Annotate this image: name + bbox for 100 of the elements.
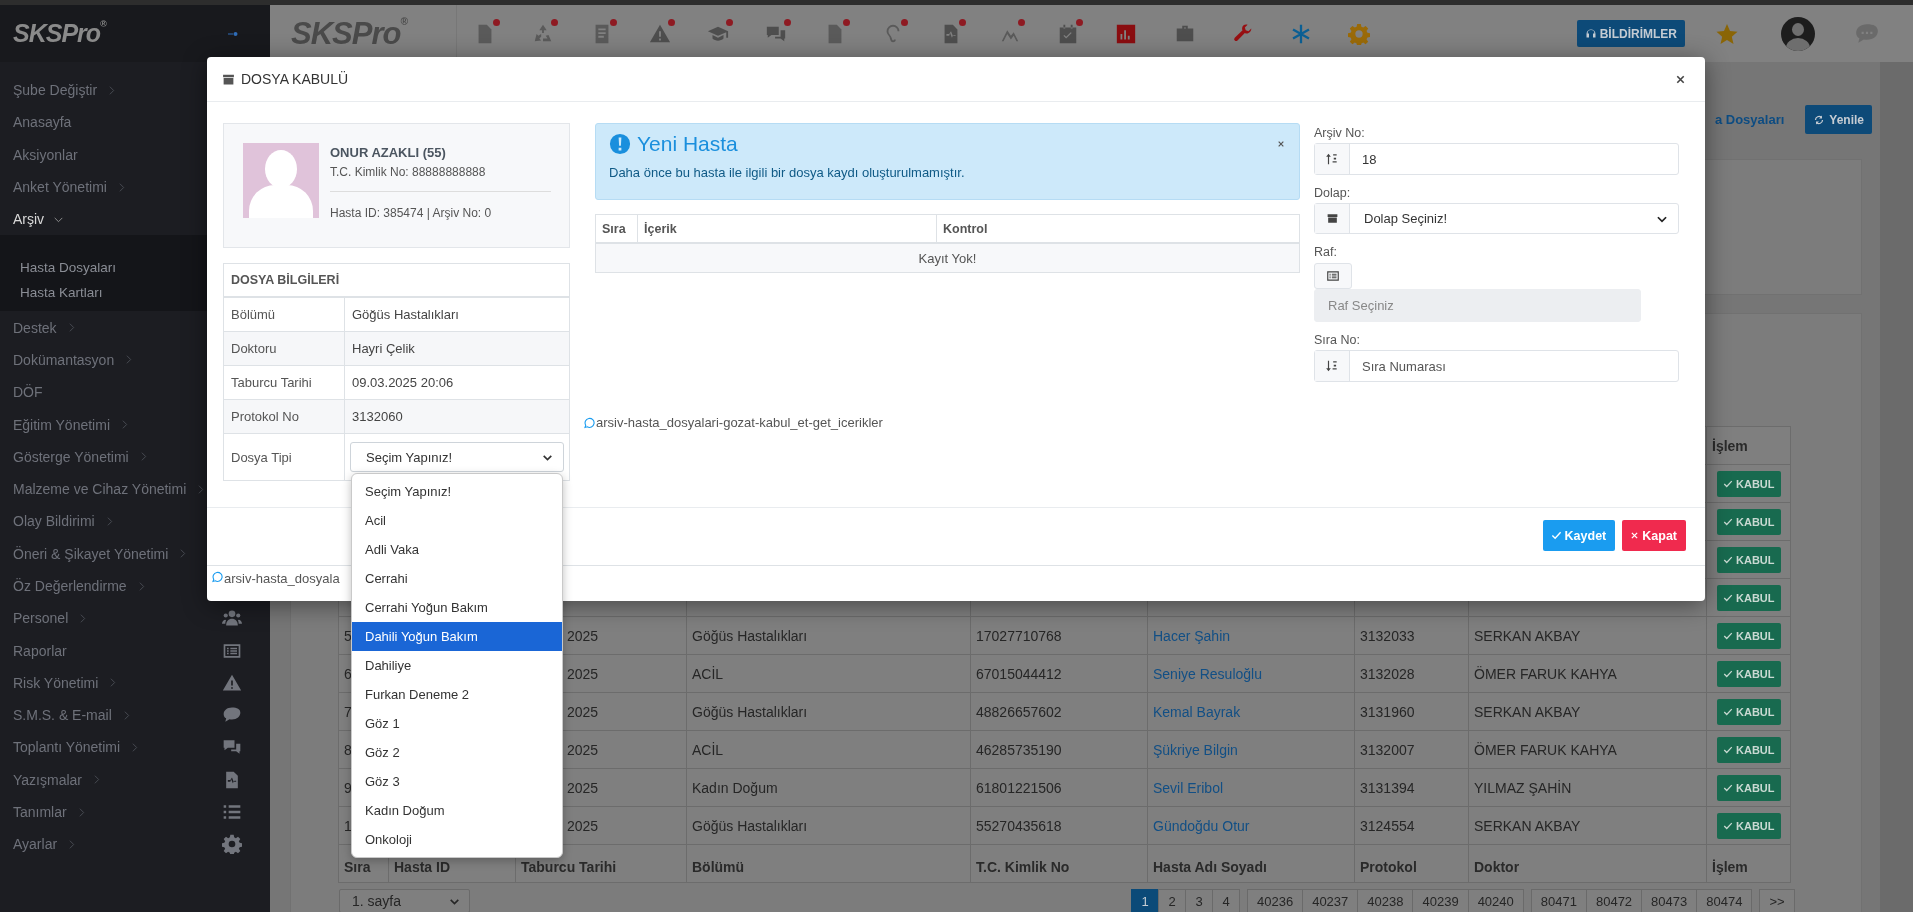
- check-icon: [1723, 706, 1733, 717]
- dropdown-option[interactable]: Onkoloji: [352, 825, 562, 854]
- table-cell: 8: [344, 741, 352, 758]
- page-button[interactable]: 80474: [1696, 889, 1753, 912]
- exclamation-icon: [609, 133, 631, 155]
- page-button[interactable]: 2: [1158, 889, 1186, 912]
- accept-button[interactable]: KABUL: [1717, 546, 1781, 573]
- page-button[interactable]: 40240: [1467, 889, 1524, 912]
- refresh-button[interactable]: Yenile: [1805, 105, 1872, 134]
- sidebar-item[interactable]: Toplantı Yönetimi: [0, 731, 270, 764]
- bar-chart-icon[interactable]: [1115, 22, 1138, 45]
- table-cell: 6: [344, 665, 352, 682]
- dropdown-option[interactable]: Acil: [352, 506, 562, 535]
- column-header: Bölümü: [692, 859, 745, 875]
- dropdown-option[interactable]: Adli Vaka: [352, 535, 562, 564]
- table-cell: 3124554: [1360, 817, 1415, 834]
- patient-id: T.C. Kimlik No: 88888888888: [330, 165, 487, 179]
- close-icon[interactable]: [1277, 140, 1285, 148]
- sidebar-item[interactable]: Öneri & Şikayet Yönetimi: [0, 537, 270, 570]
- patient-link[interactable]: Hacer Şahin: [1153, 627, 1231, 644]
- page-button[interactable]: 1: [1131, 889, 1159, 912]
- gear-icon[interactable]: [1348, 22, 1371, 45]
- dropdown-option[interactable]: Göz 2: [352, 738, 562, 767]
- sidebar-item[interactable]: Ayarlar: [0, 828, 270, 861]
- users-icon[interactable]: [222, 608, 242, 629]
- sidebar-item[interactable]: Anket Yönetimi: [0, 170, 270, 204]
- sidebar-item[interactable]: Arşiv: [0, 203, 270, 236]
- close-icon: [1630, 531, 1640, 540]
- sidebar-item[interactable]: Tanımlar: [0, 795, 270, 829]
- accept-button[interactable]: KABUL: [1717, 660, 1781, 687]
- dropdown-option[interactable]: Cerrahi Yoğun Bakım: [352, 593, 562, 622]
- dropdown-option[interactable]: Furkan Deneme 2: [352, 680, 562, 709]
- table-cell: 3131960: [1360, 703, 1415, 720]
- patient-name: ONUR AZAKLI (55): [330, 145, 447, 160]
- accept-button[interactable]: KABUL: [1717, 698, 1781, 725]
- input-group[interactable]: Sıra Numarası: [1314, 350, 1679, 382]
- patient-link[interactable]: Gündoğdu Otur: [1153, 817, 1250, 834]
- breadcrumb-link[interactable]: a Dosyaları: [1714, 112, 1785, 127]
- page-select[interactable]: 1. sayfa: [339, 889, 470, 912]
- dropdown-option[interactable]: Dahiliye: [352, 651, 562, 680]
- dropdown-option[interactable]: Seçim Yapınız!: [352, 477, 562, 506]
- field-label: Arşiv No:: [1314, 126, 1365, 140]
- close-icon[interactable]: [1675, 73, 1686, 85]
- input-field[interactable]: Sıra Numarası: [1350, 357, 1664, 375]
- select-field[interactable]: Dolap Seçiniz!: [1314, 203, 1679, 234]
- dropdown-option[interactable]: Göz 1: [352, 709, 562, 738]
- row-label: Protokol No: [231, 409, 299, 424]
- table-cell: 3132060: [352, 409, 403, 424]
- column-header: Protokol: [1360, 859, 1417, 875]
- settings-icon[interactable]: [222, 834, 242, 855]
- sidebar-item[interactable]: Raporlar: [0, 634, 270, 667]
- dropdown-option[interactable]: Dahili Yoğun Bakım: [352, 622, 562, 651]
- table-cell: 2025: [567, 665, 599, 682]
- dropdown-option[interactable]: Kadın Doğum: [352, 796, 562, 825]
- table-cell: 2025: [567, 741, 599, 758]
- accept-button[interactable]: KABUL: [1717, 622, 1781, 649]
- accept-button[interactable]: KABUL: [1717, 584, 1781, 611]
- empty-message: Kayıt Yok!: [918, 250, 977, 266]
- notifications-button[interactable]: BİLDİRİMLER: [1576, 20, 1685, 47]
- close-button[interactable]: Kapat: [1622, 520, 1686, 551]
- table-cell: 7: [344, 703, 352, 720]
- table-cell: 5: [344, 627, 352, 644]
- patient-link[interactable]: Seniye Resuloğlu: [1153, 665, 1262, 682]
- patient-link[interactable]: Şükriye Bilgin: [1153, 741, 1238, 758]
- headset-icon: [1584, 27, 1597, 40]
- table-cell: Göğüs Hastalıkları: [692, 627, 808, 644]
- input-field[interactable]: 18: [1350, 150, 1664, 168]
- input-group[interactable]: 18: [1314, 143, 1679, 175]
- save-button[interactable]: Kaydet: [1542, 520, 1616, 551]
- accept-button[interactable]: KABUL: [1717, 736, 1781, 763]
- accept-button[interactable]: KABUL: [1717, 508, 1781, 535]
- sidebar-item[interactable]: S.M.S. & E-mail: [0, 699, 270, 732]
- page-button[interactable]: 4: [1212, 889, 1240, 912]
- sort-icon: [1325, 359, 1339, 373]
- dropdown-option[interactable]: Göz 3: [352, 767, 562, 796]
- sidebar-item[interactable]: Olay Bildirimi: [0, 505, 270, 538]
- accept-button[interactable]: KABUL: [1717, 812, 1781, 839]
- sidebar-item[interactable]: Personel: [0, 602, 270, 635]
- dropdown-option[interactable]: Cerrahi: [352, 564, 562, 593]
- check-icon: [1723, 668, 1733, 679]
- table-cell: 61801221506: [976, 779, 1062, 796]
- page-button[interactable]: >>: [1759, 889, 1795, 912]
- sidebar-item[interactable]: Yazışmalar: [0, 763, 270, 796]
- avatar[interactable]: [1781, 16, 1815, 51]
- patient-link[interactable]: Kemal Bayrak: [1153, 703, 1241, 720]
- patient-link[interactable]: Sevil Eribol: [1153, 779, 1224, 796]
- column-header: İçerik: [644, 221, 677, 236]
- row-label: Bölümü: [231, 307, 276, 322]
- list-button[interactable]: [1314, 263, 1352, 289]
- accept-button[interactable]: KABUL: [1717, 470, 1781, 497]
- archive-box-icon: [222, 72, 235, 86]
- sidebar-item[interactable]: Malzeme ve Cihaz Yönetimi: [0, 472, 270, 506]
- sidebar-item[interactable]: Risk Yönetimi: [0, 666, 270, 700]
- alert-message: Daha önce bu hasta ile ilgili bir dosya kaydı oluşturulmamıştır.: [609, 165, 966, 180]
- table-cell: 3132028: [1360, 665, 1415, 682]
- table-cell: SERKAN AKBAY: [1474, 817, 1581, 834]
- select-field[interactable]: Seçim Yapınız!: [350, 442, 564, 472]
- page-button[interactable]: 80471: [1530, 889, 1587, 912]
- accept-button[interactable]: KABUL: [1717, 774, 1781, 801]
- page-button[interactable]: 40236: [1247, 889, 1304, 912]
